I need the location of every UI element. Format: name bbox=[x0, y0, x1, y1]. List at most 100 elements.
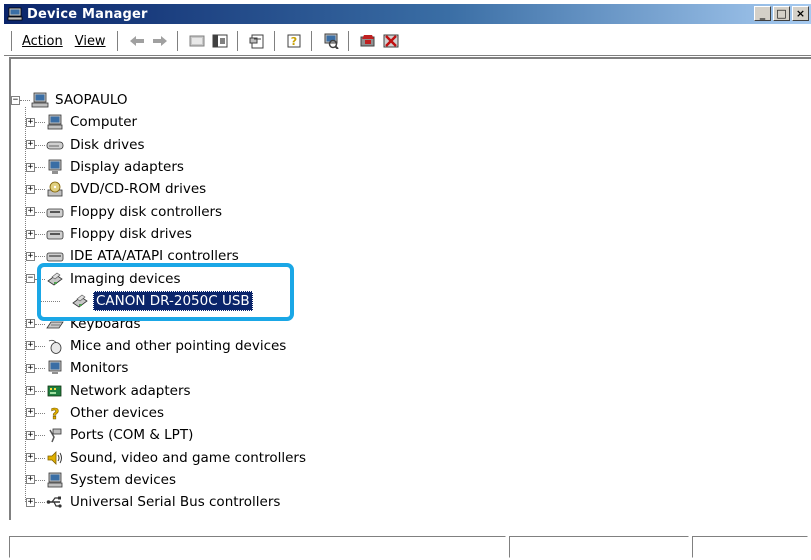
minimize-button[interactable]: _ bbox=[754, 6, 771, 21]
up-icon[interactable] bbox=[186, 30, 209, 52]
close-glyph: × bbox=[795, 7, 806, 20]
svg-text:?: ? bbox=[291, 35, 297, 48]
usb-icon bbox=[46, 496, 62, 508]
forward-icon[interactable] bbox=[149, 30, 172, 52]
expander-display-adapters[interactable]: + bbox=[26, 162, 35, 172]
expander-imaging-devices[interactable]: − bbox=[26, 274, 35, 284]
status-bar bbox=[9, 536, 811, 560]
expander-keyboards[interactable]: + bbox=[26, 319, 35, 328]
toolbar-separator bbox=[310, 31, 315, 51]
computer-icon bbox=[31, 92, 49, 108]
help-icon[interactable]: ? bbox=[283, 30, 306, 52]
ide-controller-icon bbox=[46, 253, 64, 262]
tree-item-display-adapters[interactable]: Display adapters bbox=[46, 157, 186, 177]
expander-system-devices[interactable]: + bbox=[26, 475, 35, 485]
device-tree-pane[interactable]: − SAOPAULO + Computer + Disk drives + Display a… bbox=[9, 57, 811, 520]
expander-floppy-disk-drives[interactable]: + bbox=[26, 229, 35, 239]
maximize-button[interactable]: □ bbox=[773, 6, 790, 21]
expander-mice-and-other-pointing-devices[interactable]: + bbox=[26, 341, 35, 351]
tree-item-label: Network adapters bbox=[70, 382, 191, 399]
menu-action[interactable]: Action bbox=[16, 32, 69, 51]
tree-connector bbox=[35, 167, 45, 169]
tree-item-network-adapters[interactable]: Network adapters bbox=[46, 381, 193, 401]
toolbar-grip[interactable] bbox=[7, 31, 12, 51]
tree-item-canon-dr-2050c-usb[interactable]: CANON DR-2050C USB bbox=[71, 291, 253, 312]
tree-item-label: Floppy disk controllers bbox=[70, 203, 223, 220]
expander-network-adapters[interactable]: + bbox=[26, 386, 35, 396]
expander-disk-drives[interactable]: + bbox=[26, 140, 35, 150]
tree-item-floppy-disk-controllers[interactable]: Floppy disk controllers bbox=[46, 202, 224, 222]
update-driver-icon[interactable] bbox=[357, 30, 380, 52]
display-adapter-icon bbox=[48, 159, 62, 175]
expander-monitors[interactable]: + bbox=[26, 363, 35, 373]
menu-toolbar: Action View ? bbox=[4, 26, 811, 56]
tree-connector bbox=[35, 368, 45, 370]
tree-item-computer[interactable]: Computer bbox=[46, 112, 139, 132]
tree-item-ports-com-lpt[interactable]: Ports (COM & LPT) bbox=[46, 425, 195, 445]
network-adapter-icon bbox=[47, 385, 62, 396]
floppy-controller-icon bbox=[46, 208, 64, 218]
tree-connector bbox=[35, 211, 45, 213]
question-mark-icon: ? bbox=[50, 405, 59, 421]
back-icon[interactable] bbox=[126, 30, 149, 52]
tree-item-label: Display adapters bbox=[70, 159, 184, 176]
tree-root-saopaulo[interactable]: SAOPAULO bbox=[31, 90, 130, 110]
tree-item-label: Computer bbox=[70, 114, 138, 131]
computer-icon bbox=[47, 114, 63, 130]
dvd-drive-icon bbox=[47, 181, 63, 197]
toolbar-separator bbox=[236, 31, 241, 51]
tree-connector bbox=[35, 256, 45, 258]
tree-connector bbox=[35, 345, 45, 347]
menu-view[interactable]: View bbox=[69, 32, 112, 51]
expander-computer[interactable]: + bbox=[26, 117, 35, 127]
tree-item-label: Other devices bbox=[70, 404, 164, 421]
toolbar-separator bbox=[347, 31, 352, 51]
tree-item-universal-serial-bus-controllers[interactable]: Universal Serial Bus controllers bbox=[46, 492, 282, 512]
minimize-glyph: _ bbox=[759, 7, 766, 20]
expander-root[interactable]: − bbox=[11, 95, 20, 105]
close-button[interactable]: × bbox=[792, 6, 809, 21]
expander-ports-com-lpt-[interactable]: + bbox=[26, 430, 35, 440]
monitor-icon bbox=[48, 360, 62, 375]
expander-floppy-disk-controllers[interactable]: + bbox=[26, 207, 35, 217]
tree-item-mice-and-other-pointing-devices[interactable]: Mice and other pointing devices bbox=[46, 336, 288, 356]
tree-item-label: Mice and other pointing devices bbox=[70, 337, 287, 354]
scan-hardware-icon[interactable] bbox=[320, 30, 343, 52]
uninstall-icon[interactable] bbox=[380, 30, 403, 52]
tree-item-dvd-cd-rom-drives[interactable]: DVD/CD-ROM drives bbox=[46, 179, 208, 199]
tree-connector bbox=[35, 435, 45, 437]
tree-item-other-devices[interactable]: ? Other devices bbox=[46, 403, 166, 423]
tree-connector bbox=[40, 301, 60, 303]
mouse-icon bbox=[48, 339, 62, 354]
expander-other-devices[interactable]: + bbox=[26, 408, 35, 418]
tree-connector bbox=[35, 502, 45, 504]
scanner-icon bbox=[47, 272, 63, 286]
maximize-glyph: □ bbox=[776, 7, 787, 20]
show-hide-tree-icon[interactable] bbox=[209, 30, 232, 52]
tree-item-label: Imaging devices bbox=[70, 270, 181, 287]
tree-item-sound-video-and-game-controllers[interactable]: Sound, video and game controllers bbox=[46, 448, 308, 468]
tree-item-disk-drives[interactable]: Disk drives bbox=[46, 135, 147, 155]
title-bar: Device Manager _ □ × bbox=[4, 4, 811, 24]
speaker-icon bbox=[47, 450, 62, 465]
properties-icon[interactable] bbox=[246, 30, 269, 52]
status-pane-3 bbox=[692, 536, 808, 558]
device-tree: − SAOPAULO + Computer + Disk drives + Display a… bbox=[11, 59, 811, 520]
tree-connector bbox=[35, 122, 45, 124]
toolbar-separator bbox=[273, 31, 278, 51]
tree-item-label: Universal Serial Bus controllers bbox=[70, 494, 281, 511]
tree-connector bbox=[35, 323, 45, 325]
tree-connector bbox=[35, 144, 45, 146]
expander-dvd-cd-rom-drives[interactable]: + bbox=[26, 184, 35, 194]
tree-item-keyboards[interactable]: Keyboards bbox=[46, 314, 143, 334]
tree-item-system-devices[interactable]: System devices bbox=[46, 470, 178, 490]
expander-ide-ata-atapi-controllers[interactable]: + bbox=[26, 251, 35, 261]
expander-sound-video-and-game-controllers[interactable]: + bbox=[26, 453, 35, 463]
toolbar-separator bbox=[116, 31, 121, 51]
tree-item-imaging-devices[interactable]: Imaging devices bbox=[46, 269, 183, 289]
tree-connector bbox=[35, 234, 45, 236]
expander-universal-serial-bus-controllers[interactable]: + bbox=[26, 497, 35, 507]
tree-item-monitors[interactable]: Monitors bbox=[46, 358, 130, 378]
tree-item-floppy-disk-drives[interactable]: Floppy disk drives bbox=[46, 224, 194, 244]
tree-item-ide-ata-atapi-controllers[interactable]: IDE ATA/ATAPI controllers bbox=[46, 246, 241, 266]
